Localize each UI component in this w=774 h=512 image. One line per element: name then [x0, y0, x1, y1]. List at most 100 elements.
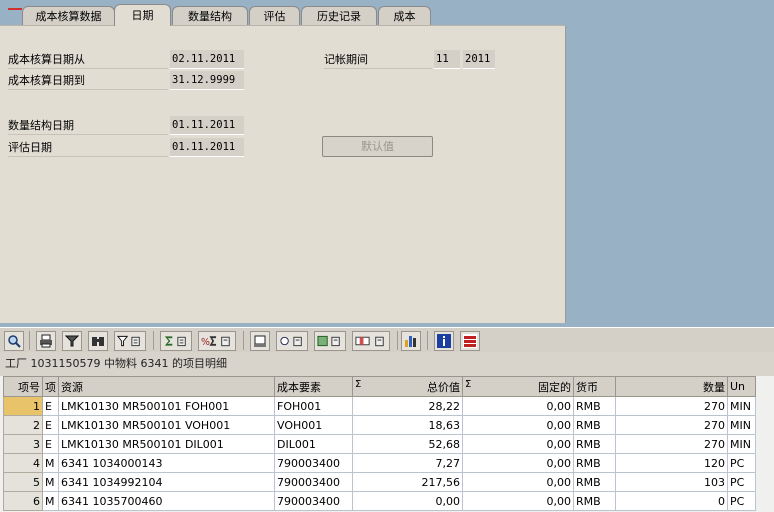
unit-cell[interactable]: PC [727, 472, 756, 492]
sum-button[interactable] [160, 331, 192, 351]
graphic-button[interactable] [401, 331, 421, 351]
cost-element-cell[interactable]: DIL001 [274, 434, 353, 454]
unit-cell[interactable]: PC [727, 491, 756, 511]
resource-cell[interactable]: LMK10130 MR500101 FOH001 [58, 396, 275, 416]
fixed-value-cell[interactable]: 0,00 [462, 491, 574, 511]
resource-cell[interactable]: LMK10130 MR500101 VOH001 [58, 415, 275, 435]
item-type-cell[interactable]: E [42, 396, 59, 416]
row-number-cell[interactable]: 3 [3, 434, 43, 454]
row-number-cell[interactable]: 1 [3, 396, 43, 416]
total-value-cell[interactable]: 52,68 [352, 434, 463, 454]
currency-cell[interactable]: RMB [573, 472, 616, 492]
table-row[interactable]: 3 E LMK10130 MR500101 DIL001 DIL001 52,68 0,0… [3, 434, 756, 454]
row-number-cell[interactable]: 5 [3, 472, 43, 492]
tab-costing-data[interactable]: 成本核算数据 [22, 6, 115, 25]
quantity-cell[interactable]: 120 [615, 453, 728, 473]
col-type[interactable]: 项 [42, 376, 59, 397]
posting-period-field[interactable]: 11 [434, 50, 460, 69]
table-row[interactable]: 4 M 6341 1034000143 790003400 7,27 0,00 RMB 120… [3, 453, 756, 473]
cost-element-cell[interactable]: 790003400 [274, 472, 353, 492]
total-value-cell[interactable]: 7,27 [352, 453, 463, 473]
cost-element-cell[interactable]: VOH001 [274, 415, 353, 435]
subtotal-icon: % [201, 336, 230, 348]
tab-dates[interactable]: 日期 [114, 4, 171, 26]
currency-cell[interactable]: RMB [573, 434, 616, 454]
table-row[interactable]: 6 M 6341 1035700460 790003400 0,00 0,00 RMB 0 PC [3, 491, 756, 511]
currency-cell[interactable]: RMB [573, 453, 616, 473]
col-unit[interactable]: Un [727, 376, 756, 397]
row-number-cell[interactable]: 6 [3, 491, 43, 511]
col-quantity[interactable]: 数量 [615, 376, 728, 397]
cost-element-cell[interactable]: FOH001 [274, 396, 353, 416]
qty-structure-date-field[interactable]: 01.11.2011 [170, 116, 244, 135]
currency-cell[interactable]: RMB [573, 415, 616, 435]
zoom-button[interactable] [4, 331, 24, 351]
item-type-cell[interactable]: M [42, 472, 59, 492]
col-cost-element[interactable]: 成本要素 [274, 376, 353, 397]
total-value-cell[interactable]: 0,00 [352, 491, 463, 511]
costing-date-to-field[interactable]: 31.12.9999 [170, 71, 244, 90]
row-number-cell[interactable]: 2 [3, 415, 43, 435]
quantity-cell[interactable]: 270 [615, 396, 728, 416]
layout-icon [355, 336, 384, 347]
table-row[interactable]: 5 M 6341 1034992104 790003400 217,56 0,00 RMB 1… [3, 472, 756, 492]
print-preview-button[interactable] [250, 331, 270, 351]
col-fixed[interactable]: Σ 固定的 [462, 376, 574, 397]
unit-cell[interactable]: PC [727, 453, 756, 473]
layout-button[interactable] [352, 331, 390, 351]
quantity-cell[interactable]: 270 [615, 415, 728, 435]
row-number-cell[interactable]: 4 [3, 453, 43, 473]
col-currency[interactable]: 货币 [573, 376, 616, 397]
currency-cell[interactable]: RMB [573, 396, 616, 416]
abc-analysis-button[interactable] [460, 331, 480, 351]
col-total-value[interactable]: Σ 总价值 [352, 376, 463, 397]
costing-date-from-field[interactable]: 02.11.2011 [170, 50, 244, 69]
local-file-button[interactable] [314, 331, 346, 351]
cost-element-cell[interactable]: 790003400 [274, 453, 353, 473]
item-type-cell[interactable]: M [42, 453, 59, 473]
fixed-value-cell[interactable]: 0,00 [462, 415, 574, 435]
quantity-cell[interactable]: 270 [615, 434, 728, 454]
resource-cell[interactable]: 6341 1035700460 [58, 491, 275, 511]
posting-year-field[interactable]: 2011 [463, 50, 495, 69]
item-type-cell[interactable]: E [42, 415, 59, 435]
currency-cell[interactable]: RMB [573, 491, 616, 511]
tab-costs[interactable]: 成本 [378, 6, 431, 25]
quantity-cell[interactable]: 103 [615, 472, 728, 492]
valuation-date-field[interactable]: 01.11.2011 [170, 138, 244, 157]
total-value-cell[interactable]: 18,63 [352, 415, 463, 435]
tab-valuation[interactable]: 评估 [249, 6, 300, 25]
set-filter-button[interactable] [114, 331, 146, 351]
total-value-cell[interactable]: 28,22 [352, 396, 463, 416]
item-type-cell[interactable]: M [42, 491, 59, 511]
col-item-no[interactable]: 项号 [3, 376, 43, 397]
col-resource[interactable]: 资源 [58, 376, 275, 397]
fixed-value-cell[interactable]: 0,00 [462, 472, 574, 492]
resource-cell[interactable]: 6341 1034992104 [58, 472, 275, 492]
subtotal-button[interactable]: % [198, 331, 236, 351]
find-button[interactable] [88, 331, 108, 351]
unit-cell[interactable]: MIN [727, 415, 756, 435]
print-button[interactable] [36, 331, 56, 351]
fixed-value-cell[interactable]: 0,00 [462, 453, 574, 473]
unit-cell[interactable]: MIN [727, 396, 756, 416]
fixed-value-cell[interactable]: 0,00 [462, 434, 574, 454]
table-row[interactable]: 2 E LMK10130 MR500101 VOH001 VOH001 18,63 0,0… [3, 415, 756, 435]
unit-cell[interactable]: MIN [727, 434, 756, 454]
table-header-row: 项号 项 资源 成本要素 Σ 总价值 Σ 固定的 货币 数量 Un [3, 376, 756, 397]
cost-element-cell[interactable]: 790003400 [274, 491, 353, 511]
total-value-cell[interactable]: 217,56 [352, 472, 463, 492]
export-button[interactable] [276, 331, 308, 351]
table-row[interactable]: 1 E LMK10130 MR500101 FOH001 FOH001 28,22 0,0… [3, 396, 756, 416]
quantity-cell[interactable]: 0 [615, 491, 728, 511]
resource-cell[interactable]: LMK10130 MR500101 DIL001 [58, 434, 275, 454]
default-values-button[interactable]: 默认值 [322, 136, 433, 157]
fixed-value-cell[interactable]: 0,00 [462, 396, 574, 416]
tab-quantity-structure[interactable]: 数量结构 [172, 6, 248, 25]
funnel-icon [117, 335, 140, 347]
resource-cell[interactable]: 6341 1034000143 [58, 453, 275, 473]
info-button[interactable] [434, 331, 454, 351]
tab-history[interactable]: 历史记录 [301, 6, 377, 25]
filter-button[interactable] [62, 331, 82, 351]
item-type-cell[interactable]: E [42, 434, 59, 454]
